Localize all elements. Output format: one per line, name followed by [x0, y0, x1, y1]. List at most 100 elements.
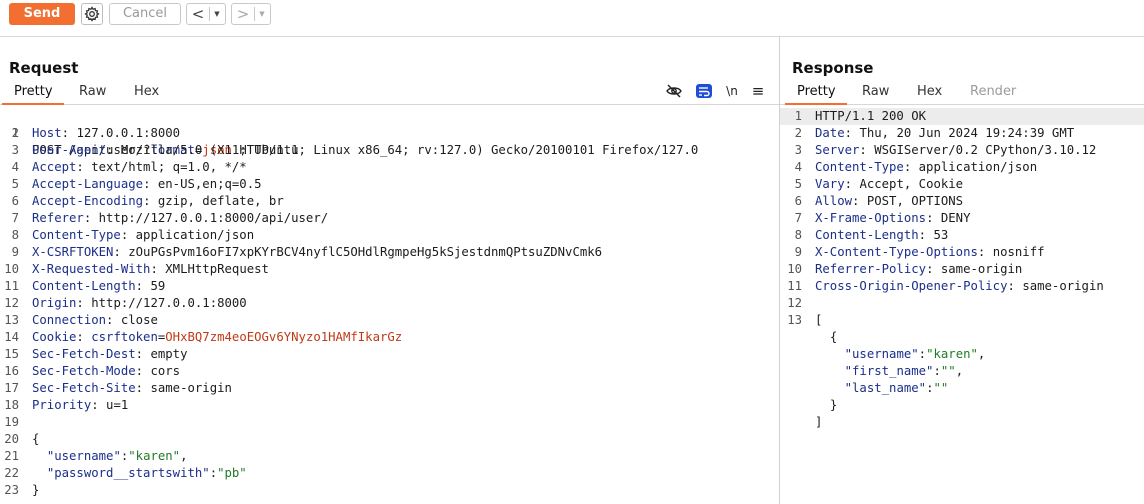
response-header: Content-Length: 53: [815, 228, 949, 242]
request-header: Referer: http://127.0.0.1:8000/api/user/: [32, 211, 329, 225]
forward-button[interactable]: > ▼: [231, 3, 271, 25]
code-line: 19: [4, 415, 19, 429]
response-header: Vary: Accept, Cookie: [815, 177, 964, 191]
json-pair: "first_name":"",: [844, 364, 964, 378]
response-tabs: Pretty Raw Hex Render: [780, 79, 1144, 105]
chevron-down-icon[interactable]: ▼: [210, 4, 224, 24]
request-header: X-CSRFTOKEN: zOuPGsPvm16oFI7xpKYrBCV4nyf…: [32, 245, 603, 259]
tab-raw[interactable]: Raw: [862, 84, 889, 99]
request-title: Request: [9, 59, 79, 77]
tab-pretty[interactable]: Pretty: [797, 84, 836, 99]
menu-icon[interactable]: ≡: [749, 83, 767, 99]
code-line: 15 Sec-Fetch-Dest: empty: [4, 347, 188, 361]
code-line: 13 Connection: close: [4, 313, 158, 327]
response-header: Content-Type: application/json: [815, 160, 1038, 174]
code-line: ]: [815, 415, 823, 429]
gear-icon: [84, 6, 100, 22]
code-line: 12: [787, 296, 802, 310]
code-line: 2 Host: 127.0.0.1:8000: [11, 126, 181, 140]
code-line: 9 X-Content-Type-Options: nosniff: [794, 245, 1045, 259]
response-header: X-Content-Type-Options: nosniff: [815, 245, 1045, 259]
request-header: Origin: http://127.0.0.1:8000: [32, 296, 247, 310]
json-brace: }: [829, 398, 838, 412]
code-line: "first_name":"",: [780, 363, 1144, 380]
json-pair: "username":"karen",: [844, 347, 986, 361]
request-header: Content-Type: application/json: [32, 228, 255, 242]
back-button[interactable]: < ▼: [186, 3, 226, 25]
response-panel: Response Pretty Raw Hex Render 1 HTTP/1.1…: [780, 36, 1144, 504]
back-arrow-icon: <: [191, 5, 205, 23]
code-line: 5 Accept-Language: en-US,en;q=0.5: [11, 177, 262, 191]
json-pair: "password__startswith":"pb": [46, 466, 247, 480]
tab-hex[interactable]: Hex: [134, 84, 159, 99]
wrap-icon[interactable]: [695, 83, 713, 99]
request-panel: Request Pretty Raw Hex \n ≡ 1 POST /api/…: [0, 36, 779, 504]
code-line: 7 X-Frame-Options: DENY: [794, 211, 971, 225]
tab-pretty[interactable]: Pretty: [14, 84, 53, 99]
json-pair: "last_name":"": [844, 381, 949, 395]
code-line: 17 Sec-Fetch-Site: same-origin: [4, 381, 232, 395]
forward-arrow-icon: >: [236, 5, 250, 23]
response-editor[interactable]: 1 HTTP/1.1 200 OK 2 Date: Thu, 20 Jun 2024…: [780, 107, 1144, 504]
response-header: Referrer-Policy: same-origin: [815, 262, 1023, 276]
code-line: 10 X-Requested-With: XMLHttpRequest: [4, 262, 269, 276]
active-tab-indicator: [785, 103, 847, 105]
code-line: 22 "password__startswith":"pb": [4, 466, 247, 480]
cancel-button[interactable]: Cancel: [109, 3, 181, 25]
tab-hex[interactable]: Hex: [917, 84, 942, 99]
code-line: 9 X-CSRFTOKEN: zOuPGsPvm16oFI7xpKYrBCV4ny…: [11, 245, 603, 259]
response-header: X-Frame-Options: DENY: [815, 211, 971, 225]
request-header: Sec-Fetch-Mode: cors: [32, 364, 181, 378]
cookie-header: Cookie: csrftoken=OHxBQ7zm4eoEOGv6YNyzo1…: [32, 330, 403, 344]
code-line: {: [780, 329, 1144, 346]
request-header: Sec-Fetch-Site: same-origin: [32, 381, 232, 395]
code-line: 21 "username":"karen",: [4, 449, 188, 463]
json-brace: {: [829, 330, 838, 344]
code-line: 1 HTTP/1.1 200 OK: [780, 108, 1144, 125]
code-line: 6 Allow: POST, OPTIONS: [794, 194, 964, 208]
chevron-down-icon[interactable]: ▼: [255, 4, 269, 24]
code-line: 16 Sec-Fetch-Mode: cors: [4, 364, 181, 378]
request-header: Connection: close: [32, 313, 158, 327]
code-line: 6 Accept-Encoding: gzip, deflate, br: [11, 194, 284, 208]
code-line: 23}: [4, 483, 40, 497]
send-button[interactable]: Send: [9, 3, 75, 25]
code-line: 4 Accept: text/html; q=1.0, */*: [11, 160, 247, 174]
request-header: Content-Length: 59: [32, 279, 166, 293]
request-header: Priority: u=1: [32, 398, 129, 412]
code-line: 2 Date: Thu, 20 Jun 2024 19:24:39 GMT: [794, 126, 1075, 140]
request-header: Sec-Fetch-Dest: empty: [32, 347, 188, 361]
response-header: Cross-Origin-Opener-Policy: same-origin: [815, 279, 1104, 293]
code-line: 20{: [4, 432, 40, 446]
newline-icon[interactable]: \n: [723, 83, 741, 99]
response-header: Date: Thu, 20 Jun 2024 19:24:39 GMT: [815, 126, 1075, 140]
request-tabs: Pretty Raw Hex \n ≡: [0, 79, 779, 105]
code-line: }: [780, 397, 1144, 414]
code-line: 3 User-Agent: Mozilla/5.0 (X11; Ubuntu; L…: [11, 143, 699, 157]
active-tab-indicator: [2, 103, 64, 105]
response-header: Allow: POST, OPTIONS: [815, 194, 964, 208]
code-line: 8 Content-Type: application/json: [11, 228, 255, 242]
code-line: 10 Referrer-Policy: same-origin: [787, 262, 1023, 276]
tab-render[interactable]: Render: [970, 84, 1016, 99]
code-line: 5 Vary: Accept, Cookie: [794, 177, 964, 191]
tab-raw[interactable]: Raw: [79, 84, 106, 99]
code-line: "username":"karen",: [780, 346, 1144, 363]
code-line: 12 Origin: http://127.0.0.1:8000: [4, 296, 247, 310]
request-header: Accept-Language: en-US,en;q=0.5: [32, 177, 262, 191]
code-line: 11 Cross-Origin-Opener-Policy: same-origi…: [787, 279, 1104, 293]
hide-icon[interactable]: [665, 83, 683, 99]
code-line: 14 Cookie: csrftoken=OHxBQ7zm4eoEOGv6YNyz…: [4, 330, 403, 344]
request-header: User-Agent: Mozilla/5.0 (X11; Ubuntu; Li…: [32, 143, 699, 157]
code-line: [: [815, 313, 823, 327]
code-line: 11 Content-Length: 59: [4, 279, 166, 293]
code-line: "last_name":"": [780, 380, 1144, 397]
code-line: 18 Priority: u=1: [4, 398, 129, 412]
status-line: HTTP/1.1 200 OK: [815, 109, 927, 123]
code-line: 1 POST /api/user/?format=json HTTP/1.1: [0, 108, 779, 157]
request-header: Accept: text/html; q=1.0, */*: [32, 160, 247, 174]
toolbar: Send Cancel < ▼ > ▼: [0, 0, 1144, 37]
settings-button[interactable]: [81, 3, 103, 25]
response-header: Server: WSGIServer/0.2 CPython/3.10.12: [815, 143, 1097, 157]
request-editor[interactable]: 1 POST /api/user/?format=json HTTP/1.1 2…: [0, 107, 779, 504]
